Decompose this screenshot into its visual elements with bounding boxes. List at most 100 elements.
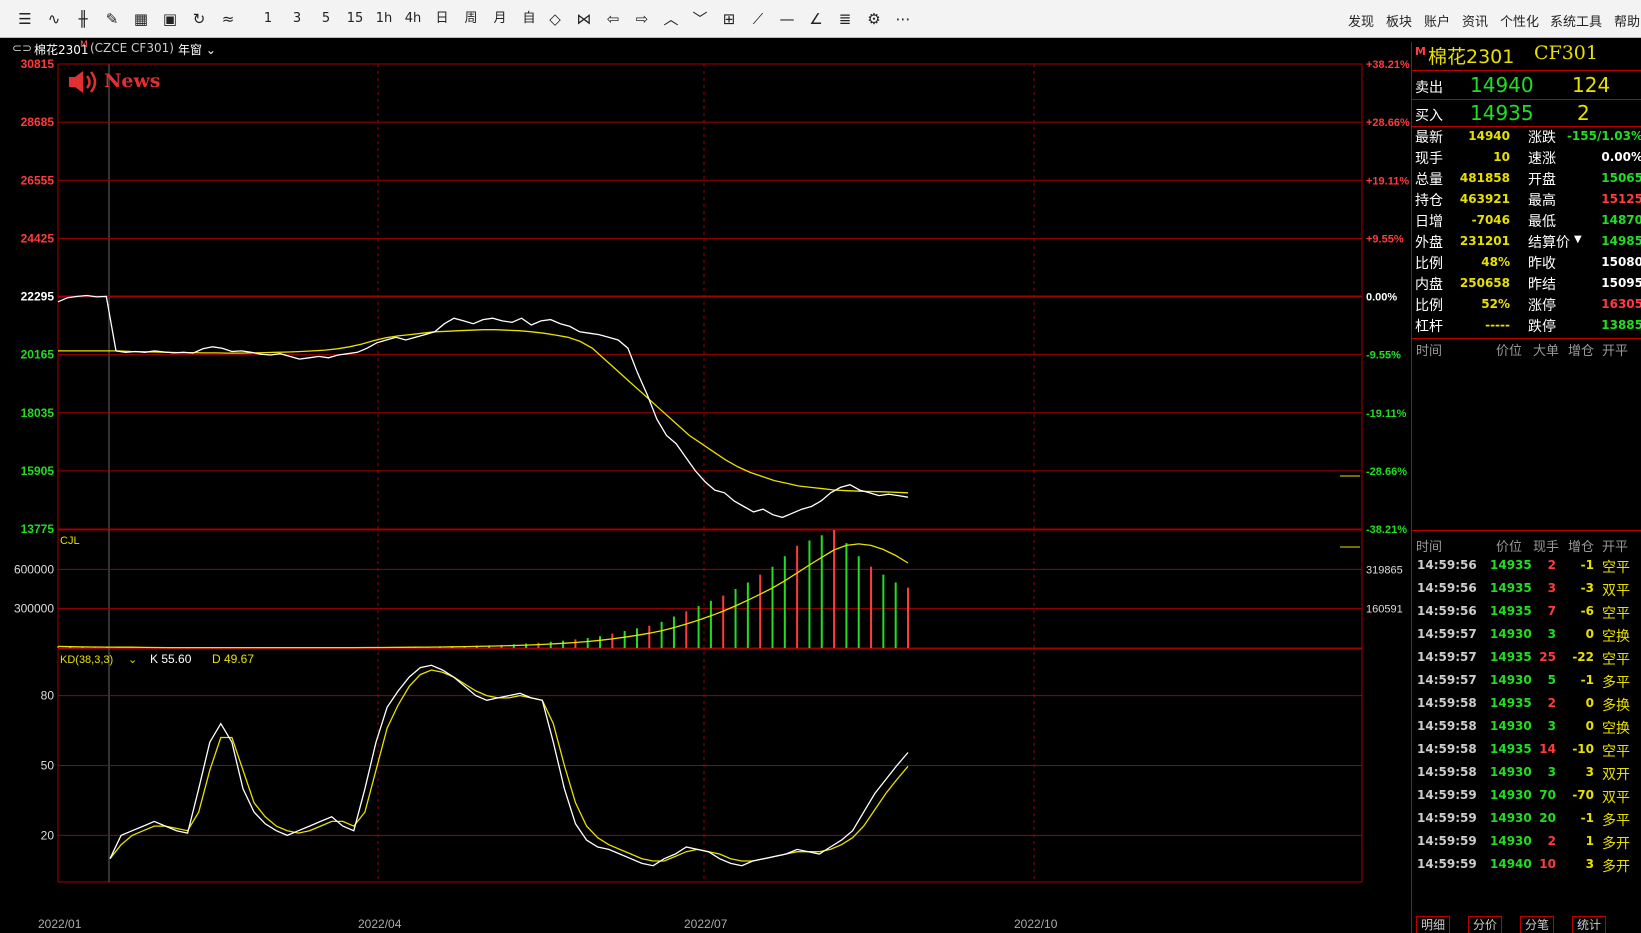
tick-position-change: -6 bbox=[1580, 604, 1594, 618]
stat-value: 14870 bbox=[1601, 213, 1641, 227]
tick-price: 14930 bbox=[1490, 765, 1532, 779]
zoom-in-icon[interactable]: ◇ bbox=[544, 9, 566, 29]
price-axis-label: 18035 bbox=[21, 406, 55, 420]
tab-1[interactable]: 分价 bbox=[1468, 916, 1503, 933]
tick-header: 增仓 bbox=[1568, 540, 1595, 555]
tick-row[interactable]: 14:59:56 14935 7 -6 空平 bbox=[1412, 604, 1641, 624]
news-label: News bbox=[104, 70, 161, 92]
menu-item-2[interactable]: 账户 bbox=[1424, 11, 1450, 30]
menu-item-1[interactable]: 板块 bbox=[1386, 11, 1412, 30]
stat-label: 最低 bbox=[1528, 214, 1556, 230]
tick-row[interactable]: 14:59:57 14930 5 -1 多平 bbox=[1412, 673, 1641, 693]
sell-price[interactable]: 14940 bbox=[1470, 73, 1534, 97]
tick-position-change: -22 bbox=[1572, 650, 1594, 664]
tick-row[interactable]: 14:59:59 14930 2 1 多开 bbox=[1412, 834, 1641, 854]
tab-3[interactable]: 统计 bbox=[1572, 916, 1607, 933]
tick-header: 时间 bbox=[1416, 540, 1443, 555]
tick-type: 多开 bbox=[1602, 859, 1630, 875]
period-button-4[interactable]: 1h bbox=[372, 9, 396, 29]
wave-icon[interactable]: ≈ bbox=[217, 9, 239, 29]
quote-marker: M bbox=[1415, 45, 1426, 58]
tick-price: 14935 bbox=[1490, 696, 1532, 710]
d-value: D 49.67 bbox=[212, 652, 254, 666]
period-button-8[interactable]: 月 bbox=[488, 9, 512, 29]
tick-volume: 10 bbox=[1539, 857, 1556, 871]
stat-value: 481858 bbox=[1459, 171, 1510, 185]
refresh-icon[interactable]: ↻ bbox=[188, 9, 210, 29]
stat-label: 总量 bbox=[1415, 172, 1443, 188]
tick-price: 14930 bbox=[1490, 811, 1532, 825]
period-button-7[interactable]: 周 bbox=[459, 9, 483, 29]
tick-row[interactable]: 14:59:59 14930 20 -1 多平 bbox=[1412, 811, 1641, 831]
diagonal-line-icon[interactable]: ⟋ bbox=[747, 9, 769, 29]
save-icon[interactable]: ▣ bbox=[159, 9, 181, 29]
x-axis-label: 2022/07 bbox=[684, 917, 728, 931]
buy-price[interactable]: 14935 bbox=[1470, 101, 1534, 125]
horizontal-line-icon[interactable]: — bbox=[776, 9, 798, 29]
volume-ma-line bbox=[57, 543, 909, 649]
tab-2[interactable]: 分笔 bbox=[1520, 916, 1555, 933]
tick-type: 空平 bbox=[1602, 744, 1630, 760]
settings-icon[interactable]: ⚙ bbox=[863, 9, 885, 29]
tick-time: 14:59:59 bbox=[1417, 834, 1477, 848]
period-button-5[interactable]: 4h bbox=[401, 9, 425, 29]
period-button-2[interactable]: 5 bbox=[314, 9, 338, 29]
zoom-out-icon[interactable]: ⋈ bbox=[573, 9, 595, 29]
chevron-up-icon[interactable]: ︿ bbox=[660, 9, 682, 29]
tick-row[interactable]: 14:59:57 14935 25 -22 空平 bbox=[1412, 650, 1641, 670]
tick-row[interactable]: 14:59:58 14930 3 0 空换 bbox=[1412, 719, 1641, 739]
menu-item-5[interactable]: 系统工具 bbox=[1550, 11, 1602, 30]
tick-row[interactable]: 14:59:58 14930 3 3 双开 bbox=[1412, 765, 1641, 785]
tick-row[interactable]: 14:59:59 14940 10 3 多开 bbox=[1412, 857, 1641, 877]
menu-item-0[interactable]: 发现 bbox=[1348, 11, 1374, 30]
tick-price: 14935 bbox=[1490, 558, 1532, 572]
stat-value: 0.00% bbox=[1601, 150, 1641, 164]
list-icon[interactable]: ☰ bbox=[14, 9, 36, 29]
angle-icon[interactable]: ∠ bbox=[805, 9, 827, 29]
tick-price: 14930 bbox=[1490, 673, 1532, 687]
more-icon[interactable]: ⋯ bbox=[892, 9, 914, 29]
grid-icon[interactable]: ▦ bbox=[130, 9, 152, 29]
period-button-1[interactable]: 3 bbox=[285, 9, 309, 29]
tab-0[interactable]: 明细 bbox=[1416, 916, 1451, 933]
tick-position-change: -1 bbox=[1580, 811, 1594, 825]
stat-value: 13885 bbox=[1601, 318, 1641, 332]
kline-chart[interactable]: 2022/01 2022/04 2022/07 2022/10 30815 +38.21%… bbox=[0, 42, 1410, 933]
tick-row[interactable]: 14:59:56 14935 3 -3 双平 bbox=[1412, 581, 1641, 601]
stat-label[interactable]: 结算价 bbox=[1528, 232, 1570, 252]
chevron-down-icon[interactable]: ⌄ bbox=[128, 654, 137, 666]
tick-row[interactable]: 14:59:58 14935 2 0 多换 bbox=[1412, 696, 1641, 716]
tick-row[interactable]: 14:59:56 14935 2 -1 空平 bbox=[1412, 558, 1641, 578]
menu-item-6[interactable]: 帮助 bbox=[1614, 11, 1640, 30]
tick-volume: 2 bbox=[1547, 696, 1556, 710]
tick-row[interactable]: 14:59:57 14930 3 0 空换 bbox=[1412, 627, 1641, 647]
tick-type: 多换 bbox=[1602, 698, 1630, 714]
stat-value: 15080 bbox=[1601, 255, 1641, 269]
tick-position-change: -1 bbox=[1580, 558, 1594, 572]
tick-row[interactable]: 14:59:59 14930 70 -70 双平 bbox=[1412, 788, 1641, 808]
chevron-down-icon[interactable]: ﹀ bbox=[689, 9, 711, 29]
stat-label: 最新 bbox=[1415, 130, 1443, 146]
tick-time: 14:59:58 bbox=[1417, 696, 1477, 710]
stat-value: 14985 bbox=[1601, 234, 1641, 248]
period-button-3[interactable]: 15 bbox=[343, 9, 367, 29]
tick-type: 空平 bbox=[1602, 560, 1630, 576]
menu-item-4[interactable]: 个性化 bbox=[1500, 11, 1539, 30]
volume-axis-right-label: 160591 bbox=[1366, 604, 1403, 616]
candle-icon[interactable]: ╫ bbox=[72, 9, 94, 29]
draw-icon[interactable]: ✎ bbox=[101, 9, 123, 29]
arrow-right-icon[interactable]: ⇨ bbox=[631, 9, 653, 29]
tick-row[interactable]: 14:59:58 14935 14 -10 空平 bbox=[1412, 742, 1641, 762]
volume-axis-right-label: 319865 bbox=[1366, 564, 1403, 576]
kd-axis-label: 50 bbox=[41, 759, 55, 773]
line-chart-icon[interactable]: ∿ bbox=[43, 9, 65, 29]
period-button-0[interactable]: 1 bbox=[256, 9, 280, 29]
tick-time: 14:59:57 bbox=[1417, 650, 1477, 664]
menu-item-3[interactable]: 资讯 bbox=[1462, 11, 1488, 30]
layout-icon[interactable]: ⊞ bbox=[718, 9, 740, 29]
period-button-9[interactable]: 自 bbox=[517, 9, 541, 29]
caret-down-icon[interactable]: ▼ bbox=[1574, 234, 1582, 245]
arrow-left-icon[interactable]: ⇦ bbox=[602, 9, 624, 29]
period-button-6[interactable]: 日 bbox=[430, 9, 454, 29]
text-icon[interactable]: ≣ bbox=[834, 9, 856, 29]
